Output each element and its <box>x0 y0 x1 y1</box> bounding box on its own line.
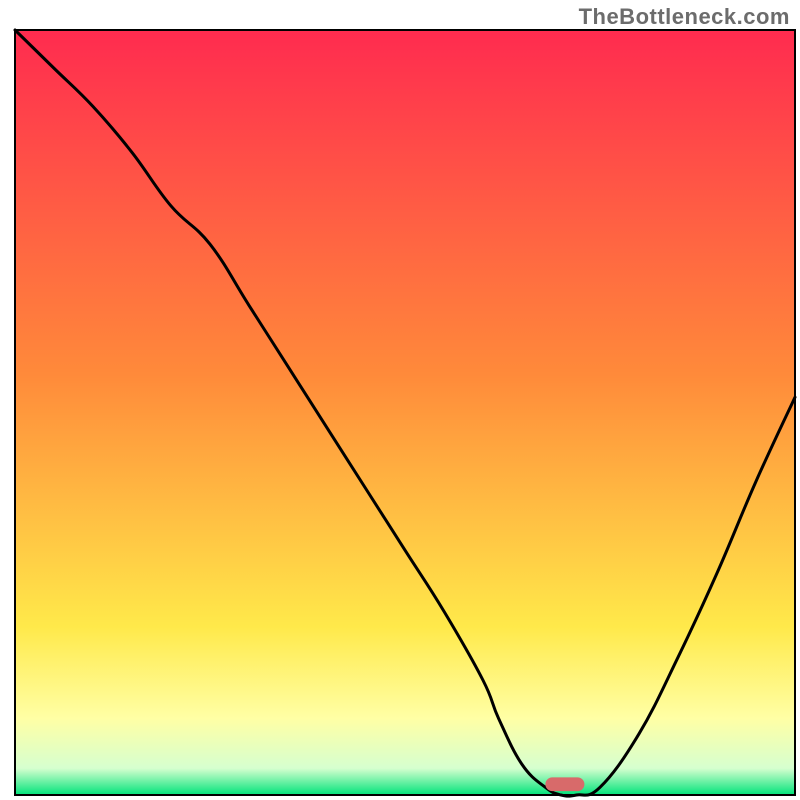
optimal-range-marker <box>545 777 584 791</box>
chart-container: TheBottleneck.com <box>0 0 800 800</box>
gradient-background <box>15 30 795 795</box>
watermark-text: TheBottleneck.com <box>579 4 790 30</box>
plot-area <box>15 30 795 796</box>
chart-svg <box>0 0 800 800</box>
